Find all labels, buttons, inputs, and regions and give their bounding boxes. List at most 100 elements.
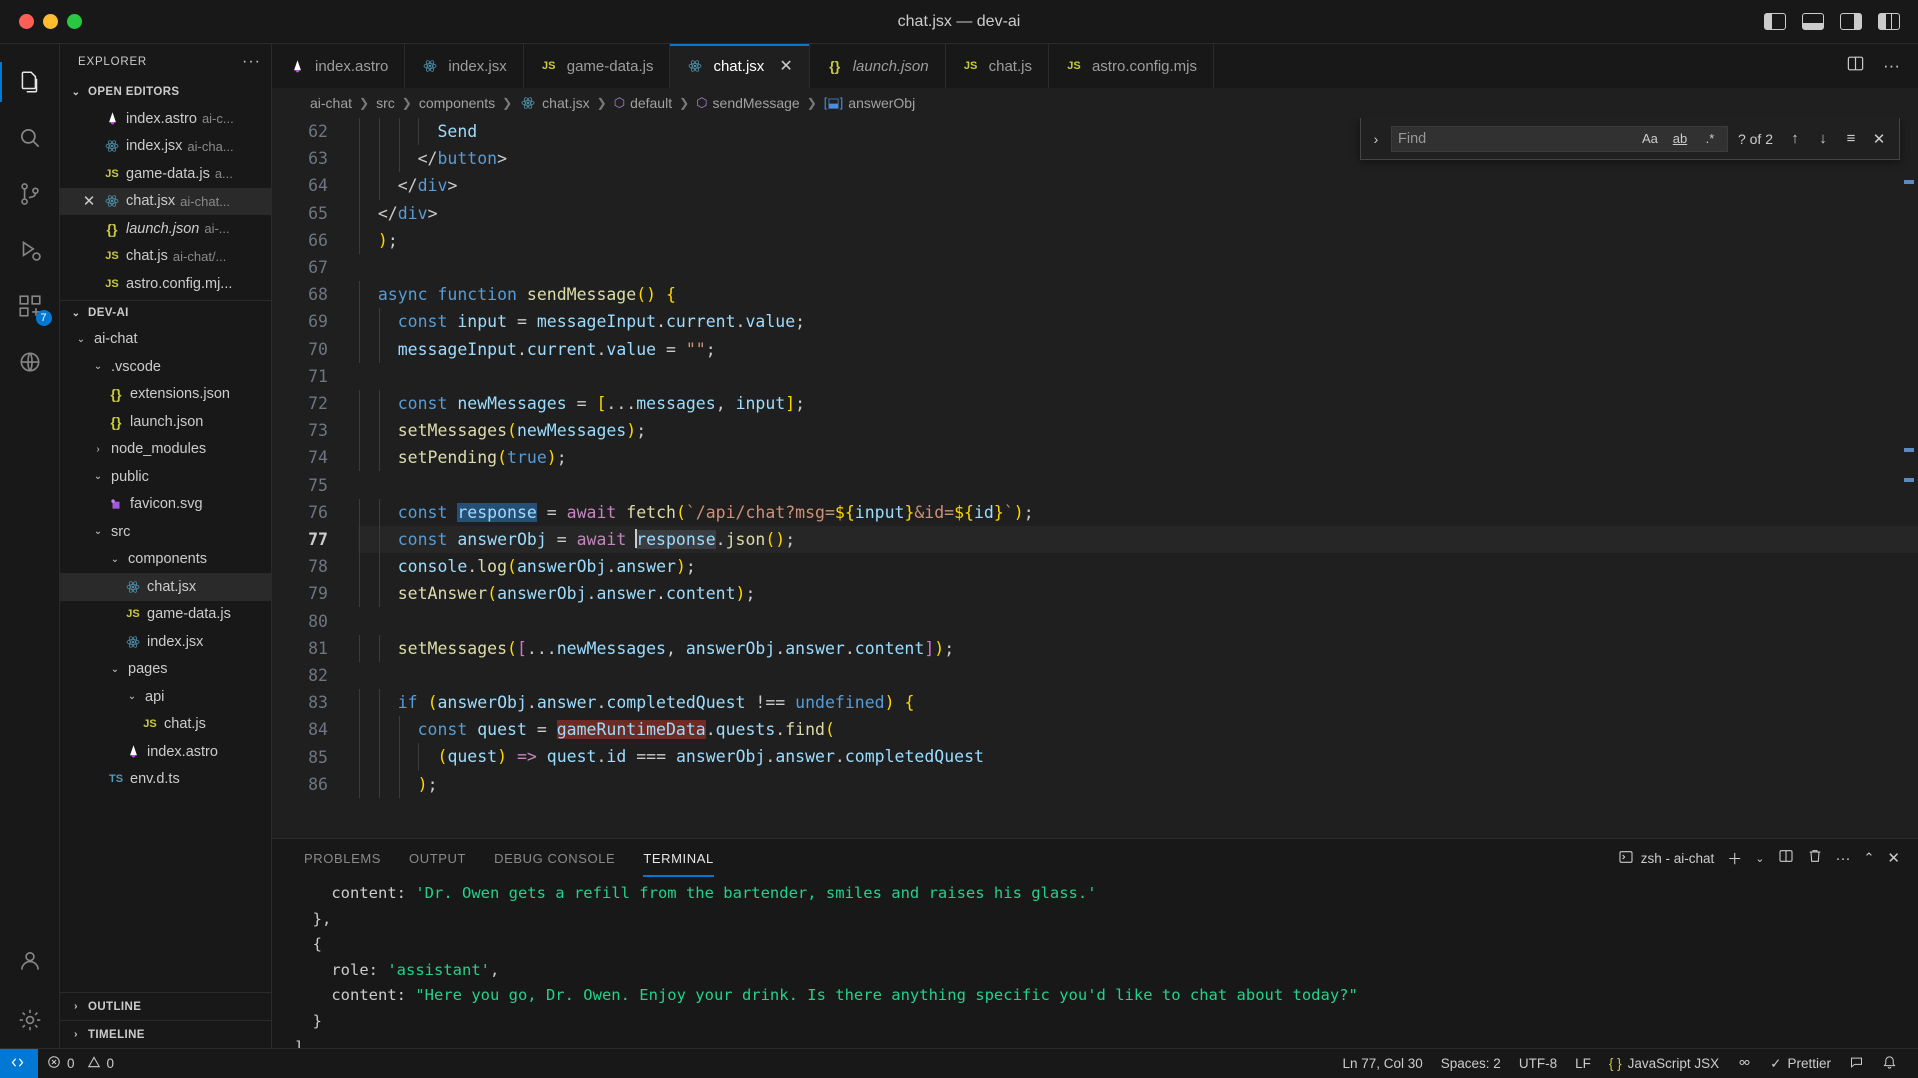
code-lines[interactable]: Send </button> </div> </div> ); async fu… [342,118,1918,798]
code-line[interactable] [358,471,1918,498]
notifications-status[interactable] [1873,1055,1906,1073]
breadcrumb-item[interactable]: ai-chat [310,95,352,111]
activitybar-item-explorer[interactable] [0,54,60,110]
activitybar-item-extensions[interactable]: 7 [0,278,60,334]
breadcrumb-item[interactable]: src [376,95,395,111]
problems-status[interactable]: 0 0 [38,1055,123,1072]
maximize-panel-icon[interactable]: ⌃ [1864,850,1875,866]
panel-tab-terminal[interactable]: TERMINAL [629,839,728,877]
code-editor[interactable]: 62 63 64 65 66 67 68 69 70 71 72 73 74 75 76 77 78 79 80 81… [272,118,1918,798]
open-editor-item[interactable]: {} launch.json ai-... [60,215,271,243]
regex-icon[interactable]: .* [1699,131,1721,146]
split-terminal-icon[interactable] [1778,848,1794,868]
ports-status[interactable] [1728,1055,1761,1073]
find-widget[interactable]: › Find Aa ab .* ? of 2 ↑ ↓ ≡ ✕ [1360,118,1900,160]
new-terminal-icon[interactable]: ＋ [1727,848,1742,869]
panel-more-actions-icon[interactable]: ··· [1836,850,1851,867]
activitybar-item-search[interactable] [0,110,60,166]
close-icon[interactable]: ✕ [80,192,98,210]
find-next-icon[interactable]: ↓ [1811,130,1835,147]
workspace-header[interactable]: ⌄ DEV-AI [60,299,271,326]
tree-folder-item[interactable]: ⌄ public [60,463,271,491]
tree-file-item[interactable]: TS env.d.ts [60,766,271,794]
eol-status[interactable]: LF [1566,1056,1600,1071]
code-line[interactable]: messageInput.current.value = ""; [358,335,1918,363]
editor-viewport[interactable]: 62 63 64 65 66 67 68 69 70 71 72 73 74 75 76 77 78 79 80 81… [272,118,1918,838]
code-line[interactable]: setMessages([...newMessages, answerObj.a… [358,634,1918,662]
code-line[interactable]: </div> [358,199,1918,227]
code-line[interactable]: if (answerObj.answer.completedQuest !== … [358,688,1918,717]
cursor-position[interactable]: Ln 77, Col 30 [1333,1056,1431,1071]
toggle-secondary-sidebar-icon[interactable] [1840,13,1862,30]
tree-file-item[interactable]: JS chat.js [60,711,271,739]
tree-file-item[interactable]: index.astro [60,738,271,766]
code-line[interactable]: console.log(answerObj.answer); [358,553,1918,581]
code-line[interactable]: const quest = gameRuntimeData.quests.fin… [358,716,1918,744]
maximize-window-button[interactable] [67,14,82,29]
code-line[interactable]: setMessages(newMessages); [358,417,1918,445]
open-editor-item[interactable]: JS game-data.js a... [60,160,271,188]
find-in-selection-icon[interactable]: ≡ [1839,130,1863,147]
tree-folder-item[interactable]: ⌄ api [60,683,271,711]
tree-file-item[interactable]: favicon.svg [60,491,271,519]
activitybar-item-run-and-debug[interactable] [0,222,60,278]
code-line[interactable]: const input = messageInput.current.value… [358,308,1918,336]
activitybar-item-settings[interactable] [0,992,60,1048]
editor-scrollbar[interactable] [1904,118,1914,838]
prettier-status[interactable]: ✓ Prettier [1761,1056,1840,1072]
terminal-output[interactable]: content: 'Dr. Owen gets a refill from th… [272,877,1918,1048]
customize-layout-icon[interactable] [1878,13,1900,30]
outline-section-header[interactable]: › OUTLINE [60,992,271,1020]
tree-folder-item[interactable]: ⌄ pages [60,656,271,684]
open-editors-header[interactable]: ⌄ OPEN EDITORS [60,79,271,105]
tree-folder-item[interactable]: ⌄ .vscode [60,353,271,381]
toggle-panel-icon[interactable] [1802,13,1824,30]
editor-tab[interactable]: index.jsx [405,44,524,88]
code-line[interactable]: ); [358,770,1918,798]
open-editor-item[interactable]: ✕ chat.jsx ai-chat... [60,187,271,215]
open-editor-item[interactable]: index.astro ai-c... [60,105,271,133]
editor-tab[interactable]: chat.jsx ✕ [670,44,810,88]
activitybar-item-remote-explorer[interactable] [0,334,60,390]
breadcrumb-item[interactable]: components [419,95,495,111]
find-input[interactable]: Find Aa ab .* [1391,125,1728,152]
tree-folder-item[interactable]: ⌄ components [60,546,271,574]
chevron-down-icon[interactable]: ⌄ [1755,852,1764,865]
editor-more-actions-icon[interactable]: ··· [1883,56,1900,76]
whole-word-icon[interactable]: ab [1669,131,1691,146]
code-line[interactable]: (quest) => quest.id === answerObj.answer… [358,743,1918,771]
minimize-window-button[interactable] [43,14,58,29]
split-editor-icon[interactable] [1846,54,1865,78]
find-close-icon[interactable]: ✕ [1867,130,1891,148]
close-icon[interactable]: ✕ [779,56,792,76]
tree-folder-item[interactable]: ⌄ src [60,518,271,546]
code-line[interactable]: const response = await fetch(`/api/chat?… [358,498,1918,526]
tree-folder-item[interactable]: › node_modules [60,436,271,464]
kill-terminal-icon[interactable] [1807,848,1823,868]
code-line[interactable]: </div> [358,172,1918,200]
panel-tab-output[interactable]: OUTPUT [395,839,480,877]
code-line[interactable] [358,254,1918,281]
toggle-primary-sidebar-icon[interactable] [1764,13,1786,30]
indentation-status[interactable]: Spaces: 2 [1432,1056,1510,1071]
editor-tab[interactable]: JS astro.config.mjs [1048,44,1215,88]
panel-tab-problems[interactable]: PROBLEMS [290,839,395,877]
code-line[interactable]: const newMessages = [...messages, input]… [358,389,1918,418]
close-window-button[interactable] [19,14,34,29]
editor-tab[interactable]: {} launch.json [809,44,946,88]
sidebar-more-actions-icon[interactable]: ··· [242,53,261,71]
code-line[interactable] [358,662,1918,689]
timeline-section-header[interactable]: › TIMELINE [60,1020,271,1048]
tree-file-item[interactable]: index.jsx [60,628,271,656]
find-previous-icon[interactable]: ↑ [1783,130,1807,147]
feedback-status[interactable] [1840,1055,1873,1073]
tree-file-item[interactable]: {} extensions.json [60,381,271,409]
open-editor-item[interactable]: JS astro.config.mj... [60,270,271,298]
code-line[interactable]: ); [358,226,1918,254]
activitybar-item-accounts[interactable] [0,936,60,992]
terminal-selector[interactable]: zsh - ai-chat [1618,849,1714,868]
code-line[interactable] [358,363,1918,390]
open-editor-item[interactable]: index.jsx ai-cha... [60,133,271,161]
code-line[interactable]: setAnswer(answerObj.answer.content); [358,580,1918,608]
panel-tab-debug-console[interactable]: DEBUG CONSOLE [480,839,629,877]
